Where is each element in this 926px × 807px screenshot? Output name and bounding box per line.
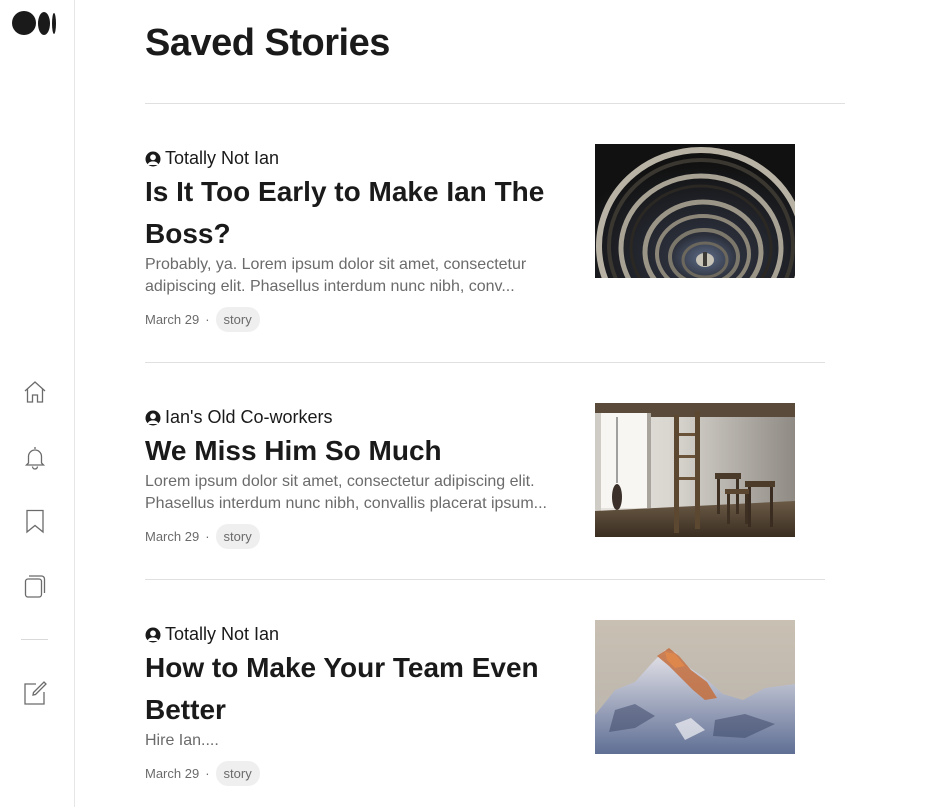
story-date: March 29 xyxy=(145,312,200,327)
user-icon xyxy=(145,627,161,643)
meta-separator: · xyxy=(205,766,210,781)
write-icon[interactable] xyxy=(22,680,48,706)
story-thumbnail[interactable] xyxy=(595,620,795,754)
story-author[interactable]: Totally Not Ian xyxy=(145,148,279,169)
story-date: March 29 xyxy=(145,529,200,544)
meta-separator: · xyxy=(205,312,210,327)
bell-icon[interactable] xyxy=(22,444,48,470)
page-title: Saved Stories xyxy=(145,22,390,64)
story-snippet: Probably, ya. Lorem ipsum dolor sit amet… xyxy=(145,256,527,295)
author-name: Ian's Old Co-workers xyxy=(165,407,333,427)
story-snippet: Lorem ipsum dolor sit amet, consectetur … xyxy=(145,473,547,512)
story-meta: March 29 · story xyxy=(145,307,260,332)
meta-separator: · xyxy=(205,529,210,544)
story-title[interactable]: How to Make Your Team Even Better xyxy=(145,647,565,731)
story-meta: March 29 · story xyxy=(145,524,260,549)
story-date: March 29 xyxy=(145,766,200,781)
user-icon xyxy=(145,410,161,426)
story-title[interactable]: Is It Too Early to Make Ian The Boss? xyxy=(145,171,565,255)
story-tag[interactable]: story xyxy=(215,761,260,786)
story-author[interactable]: Totally Not Ian xyxy=(145,624,279,645)
title-divider xyxy=(145,103,845,104)
snowy-mountain-photo xyxy=(595,620,795,754)
story-divider xyxy=(145,362,825,363)
sidebar xyxy=(0,0,75,807)
story-author[interactable]: Ian's Old Co-workers xyxy=(145,407,332,428)
bookmark-icon[interactable] xyxy=(22,508,48,534)
empty-room-photo xyxy=(595,403,795,537)
user-icon xyxy=(145,151,161,167)
story-title[interactable]: We Miss Him So Much xyxy=(145,430,565,472)
story-thumbnail[interactable] xyxy=(595,403,795,537)
spiral-staircase-photo xyxy=(595,144,795,278)
story-divider xyxy=(145,579,825,580)
home-icon[interactable] xyxy=(22,379,48,405)
story-tag[interactable]: story xyxy=(215,524,260,549)
author-name: Totally Not Ian xyxy=(165,624,280,644)
medium-logo[interactable] xyxy=(12,10,60,36)
story-thumbnail[interactable] xyxy=(595,144,795,278)
sidebar-divider xyxy=(21,639,48,640)
author-name: Totally Not Ian xyxy=(165,148,280,168)
story-tag[interactable]: story xyxy=(215,307,260,332)
story-snippet: Hire Ian.... xyxy=(145,732,219,749)
story-meta: March 29 · story xyxy=(145,761,260,786)
stories-icon[interactable] xyxy=(22,573,48,599)
